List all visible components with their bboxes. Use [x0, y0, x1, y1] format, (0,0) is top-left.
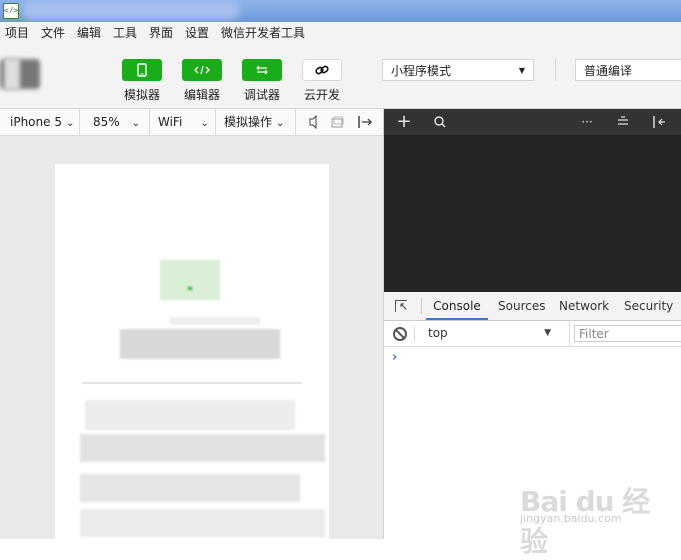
cloud-dev-label: 云开发 [303, 88, 340, 102]
zoom-value: 85% [93, 115, 120, 129]
dock-side-icon[interactable] [648, 109, 670, 135]
search-icon[interactable] [429, 109, 451, 135]
cloud-dev-button[interactable] [302, 59, 342, 81]
more-icon[interactable]: ··· [576, 109, 598, 135]
console-filter-input[interactable] [574, 325, 681, 342]
filter-divider [414, 325, 415, 342]
add-icon[interactable]: + [393, 109, 415, 135]
content-text-blurred [170, 317, 260, 325]
tab-divider [421, 298, 422, 314]
mute-icon[interactable] [304, 109, 324, 135]
simulator-label: 模拟器 [123, 88, 160, 102]
editor-toggle-button[interactable] [182, 59, 222, 81]
chevron-down-icon: ⌄ [200, 118, 209, 129]
mode-select[interactable]: 小程序模式 ▼ [382, 59, 534, 81]
debugger-label: 调试器 [243, 88, 280, 102]
menu-edit[interactable]: 编辑 [77, 25, 101, 41]
app-logo-icon: </> [3, 3, 19, 19]
chevron-down-icon: ⌄ [131, 118, 141, 129]
zoom-select[interactable]: 85% ⌄ [80, 109, 150, 135]
align-icon[interactable] [612, 109, 634, 135]
window-title-blurred [22, 2, 240, 20]
content-text-blurred [120, 329, 280, 359]
menu-view[interactable]: 界面 [149, 25, 173, 41]
simulator-toggle-button[interactable] [122, 59, 162, 81]
menu-tools[interactable]: 工具 [113, 25, 137, 41]
devtools-top-bar: + ··· [384, 109, 681, 135]
content-dot [188, 287, 192, 290]
toolbar-divider [555, 59, 556, 81]
sim-actions-select[interactable]: 模拟操作 ⌄ [216, 109, 296, 135]
debugger-toggle-button[interactable] [242, 59, 282, 81]
mode-select-value: 小程序模式 [391, 64, 452, 78]
compile-select-value: 普通编译 [584, 64, 633, 78]
main-toolbar: 模拟器 编辑器 调试器 云开发 小程序模式 ▼ 普通编译 [0, 44, 681, 109]
network-select[interactable]: WiFi ⌄ [150, 109, 216, 135]
caret-down-icon: ▼ [518, 66, 525, 75]
screen-rotate-icon[interactable] [330, 109, 348, 135]
compile-select[interactable]: 普通编译 [575, 59, 681, 81]
tab-sources[interactable]: Sources [498, 292, 545, 320]
content-text-blurred [80, 509, 325, 537]
content-divider [82, 382, 302, 384]
menu-wechat-devtools[interactable]: 微信开发者工具 [221, 25, 305, 41]
cloud-link-icon [303, 60, 341, 80]
content-text-blurred [80, 434, 325, 462]
console-prompt-icon[interactable]: › [392, 350, 397, 365]
simulator-toolbar: iPhone 5 ⌄ 85% ⌄ WiFi ⌄ 模拟操作 ⌄ [0, 109, 383, 136]
simulator-phone-screen[interactable] [55, 164, 329, 539]
menu-file[interactable]: 文件 [41, 25, 65, 41]
menu-settings[interactable]: 设置 [185, 25, 209, 41]
clear-console-icon[interactable] [393, 327, 407, 341]
content-text-blurred [85, 400, 295, 430]
tab-network[interactable]: Network [559, 292, 609, 320]
watermark-url: jingyan.baidu.com [520, 512, 622, 525]
debug-icon [242, 59, 282, 81]
device-value: iPhone 5 [10, 115, 62, 129]
content-text-blurred [80, 474, 300, 502]
content-image-blurred [160, 260, 220, 300]
tab-console[interactable]: Console [426, 292, 488, 320]
context-select[interactable]: top ▼ [421, 321, 570, 346]
devtools-tabbar: ↖ Console Sources Network Security [384, 292, 681, 321]
console-filter-bar: top ▼ [384, 321, 681, 347]
phone-icon [122, 59, 162, 81]
sim-actions-value: 模拟操作 [224, 115, 273, 129]
context-value: top [428, 326, 448, 340]
detach-window-icon[interactable] [356, 109, 380, 135]
network-value: WiFi [158, 115, 183, 129]
chevron-down-icon: ⌄ [65, 118, 75, 129]
caret-down-icon: ▼ [544, 328, 551, 338]
devtools-panel [384, 135, 681, 292]
code-icon [182, 59, 222, 81]
tab-security[interactable]: Security [624, 292, 673, 320]
editor-label: 编辑器 [183, 88, 220, 102]
watermark-logo: Bai du 经验 jingyan.baidu.com [520, 470, 670, 558]
menu-bar: 项目 文件 编辑 工具 界面 设置 微信开发者工具 [0, 22, 681, 44]
avatar-highlight [4, 58, 20, 90]
menu-project[interactable]: 项目 [5, 25, 29, 41]
chevron-down-icon: ⌄ [276, 118, 285, 129]
device-select[interactable]: iPhone 5 ⌄ [0, 109, 80, 135]
